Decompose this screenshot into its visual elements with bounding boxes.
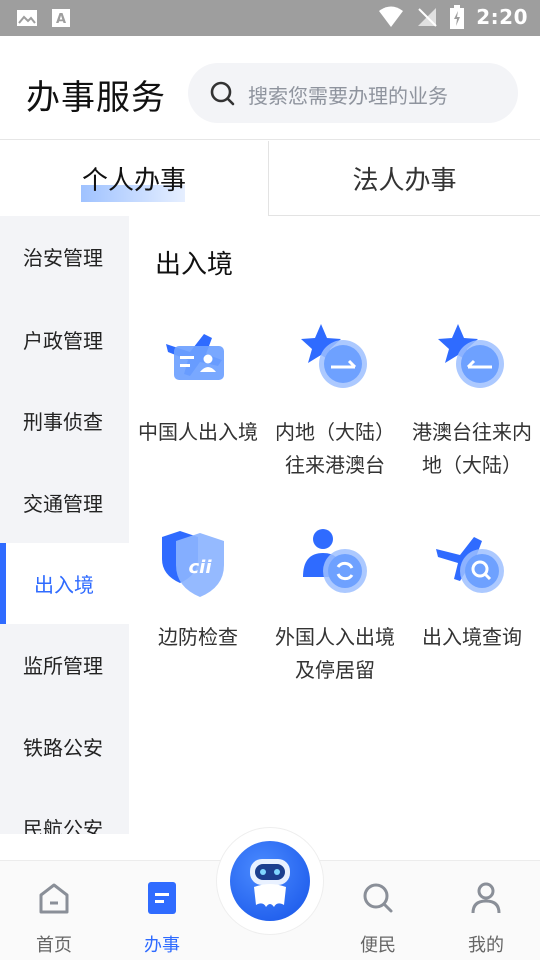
service-item[interactable]: 内地（大陆）往来港澳台 bbox=[268, 322, 402, 492]
search-placeholder: 搜索您需要办理的业务 bbox=[248, 84, 448, 108]
nav-label: 首页 bbox=[36, 935, 72, 956]
svg-text:A: A bbox=[56, 12, 66, 27]
service-label: 港澳台往来内地（大陆） bbox=[412, 420, 532, 477]
category-item[interactable]: 铁路公安 bbox=[0, 706, 129, 787]
tab-label: 个人办事 bbox=[81, 166, 186, 196]
service-item[interactable]: 出入境查询 bbox=[405, 527, 539, 687]
gallery-notification-icon bbox=[17, 10, 37, 26]
category-label: 出入境 bbox=[34, 573, 94, 597]
nav-label: 便民 bbox=[360, 935, 396, 956]
tab-label: 法人办事 bbox=[352, 165, 457, 196]
plane-search-icon bbox=[436, 537, 504, 593]
service-label: 边防检查 bbox=[158, 625, 238, 649]
category-item[interactable]: 户政管理 bbox=[0, 299, 129, 380]
nav-mine[interactable]: 我的 bbox=[432, 861, 540, 960]
status-time: 2:20 bbox=[476, 5, 528, 29]
user-icon bbox=[471, 882, 501, 914]
service-item[interactable]: 港澳台往来内地（大陆） bbox=[405, 322, 539, 492]
search-input[interactable]: 搜索您需要办理的业务 bbox=[188, 63, 518, 123]
svg-text:cii: cii bbox=[188, 557, 212, 578]
nav-label: 办事 bbox=[144, 935, 180, 956]
category-item[interactable]: 监所管理 bbox=[0, 624, 129, 705]
search-icon bbox=[363, 883, 393, 913]
star-arrow-left-icon bbox=[438, 324, 504, 388]
no-signal-icon bbox=[418, 8, 437, 27]
service-label: 中国人出入境 bbox=[138, 420, 258, 444]
nav-label: 我的 bbox=[468, 935, 504, 956]
status-bar: A 2:20 bbox=[0, 0, 540, 36]
service-item[interactable]: cii 边防检查 bbox=[131, 527, 265, 687]
category-item[interactable]: 民航公安 bbox=[0, 787, 129, 834]
nav-home[interactable]: 首页 bbox=[0, 861, 108, 960]
nav-services[interactable]: 办事 bbox=[108, 861, 216, 960]
category-item-active[interactable]: 出入境 bbox=[0, 543, 129, 624]
section-title: 出入境 bbox=[155, 250, 234, 280]
category-item[interactable]: 治安管理 bbox=[0, 216, 129, 297]
header: 办事服务 搜索您需要办理的业务 bbox=[0, 36, 540, 140]
category-item[interactable]: 交通管理 bbox=[0, 462, 129, 543]
person-refresh-icon bbox=[303, 529, 367, 593]
star-arrow-right-icon bbox=[301, 324, 367, 388]
active-indicator bbox=[0, 543, 6, 624]
service-item[interactable]: 中国人出入境 bbox=[131, 322, 265, 482]
robot-assistant-icon bbox=[230, 841, 310, 921]
font-notification-icon: A bbox=[52, 9, 70, 27]
service-item[interactable]: 外国人入出境及停居留 bbox=[268, 527, 402, 687]
service-label: 外国人入出境及停居留 bbox=[275, 625, 395, 682]
search-icon bbox=[210, 81, 235, 106]
tab-personal[interactable]: 个人办事 bbox=[0, 141, 269, 216]
category-item[interactable]: 刑事侦查 bbox=[0, 380, 129, 461]
wifi-icon bbox=[379, 6, 404, 27]
nav-convenience[interactable]: 便民 bbox=[324, 861, 432, 960]
service-label: 出入境查询 bbox=[422, 625, 522, 649]
tab-legal[interactable]: 法人办事 bbox=[269, 141, 540, 216]
document-icon bbox=[148, 882, 176, 914]
service-label: 内地（大陆）往来港澳台 bbox=[275, 420, 395, 477]
tab-bar: 个人办事 法人办事 bbox=[0, 141, 540, 216]
page-title: 办事服务 bbox=[26, 78, 166, 118]
id-card-plane-icon bbox=[166, 334, 224, 380]
battery-icon bbox=[450, 5, 465, 29]
home-icon bbox=[39, 883, 69, 914]
shield-cii-icon: cii bbox=[162, 531, 224, 597]
assistant-button[interactable] bbox=[217, 828, 323, 934]
category-sidebar: 治安管理 户政管理 刑事侦查 交通管理 出入境 监所管理 铁路公安 民航公安 bbox=[0, 216, 129, 834]
